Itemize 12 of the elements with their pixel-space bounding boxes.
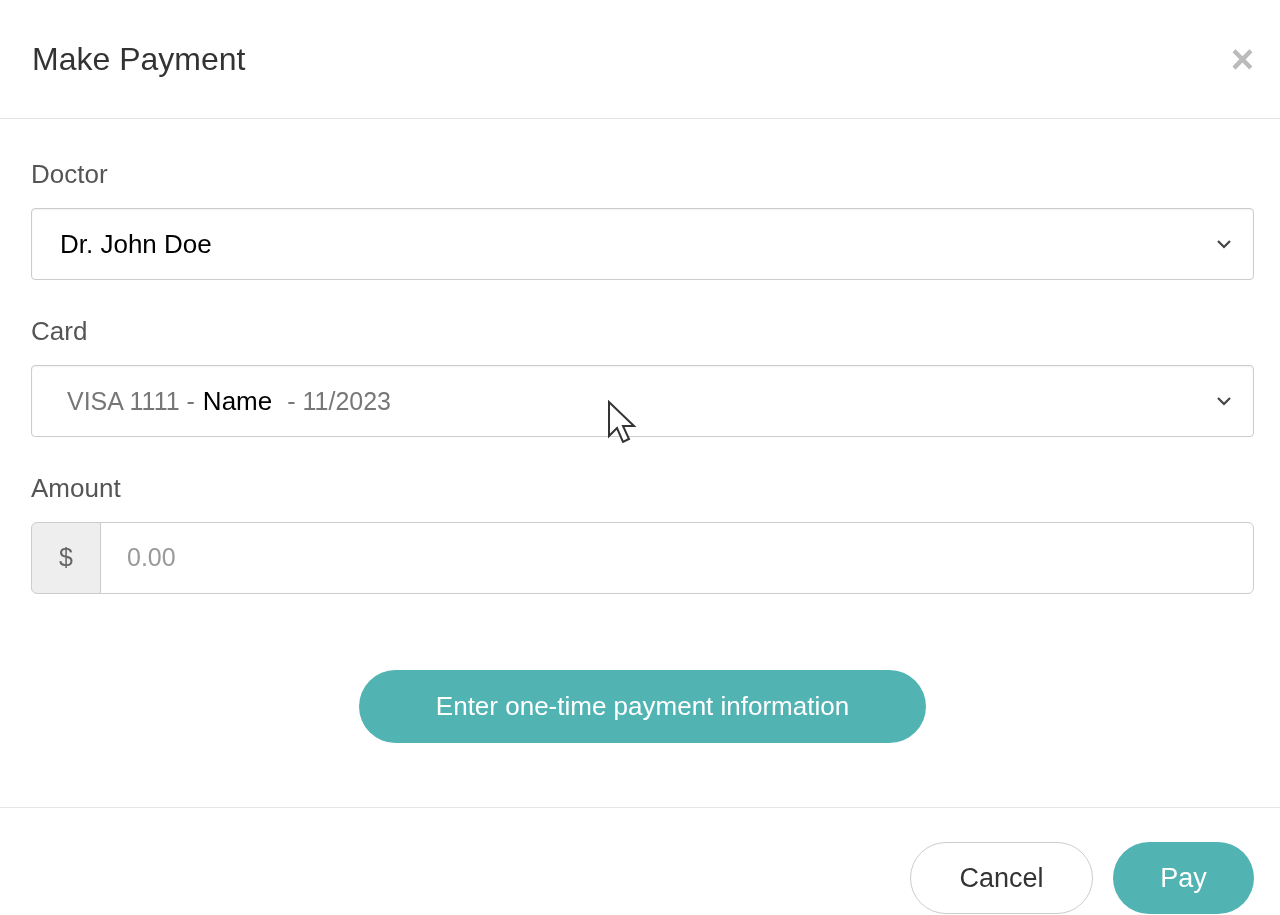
modal-title: Make Payment [32,39,246,79]
cursor-icon [607,400,639,446]
amount-field[interactable]: 0.00 [100,522,1254,594]
select-field[interactable]: Dr. John Doe [31,208,1254,280]
chevron-down-icon [1215,395,1233,407]
field-label: Card [31,315,88,348]
chevron-down-icon [1215,238,1233,250]
field-label: Doctor [31,158,108,191]
cancel-button[interactable]: Cancel [910,842,1093,914]
currency-addon: $ [31,522,101,594]
select-field[interactable]: VISA 1111 - Name - 11/2023 [31,365,1254,437]
field-label: Amount [31,472,121,505]
